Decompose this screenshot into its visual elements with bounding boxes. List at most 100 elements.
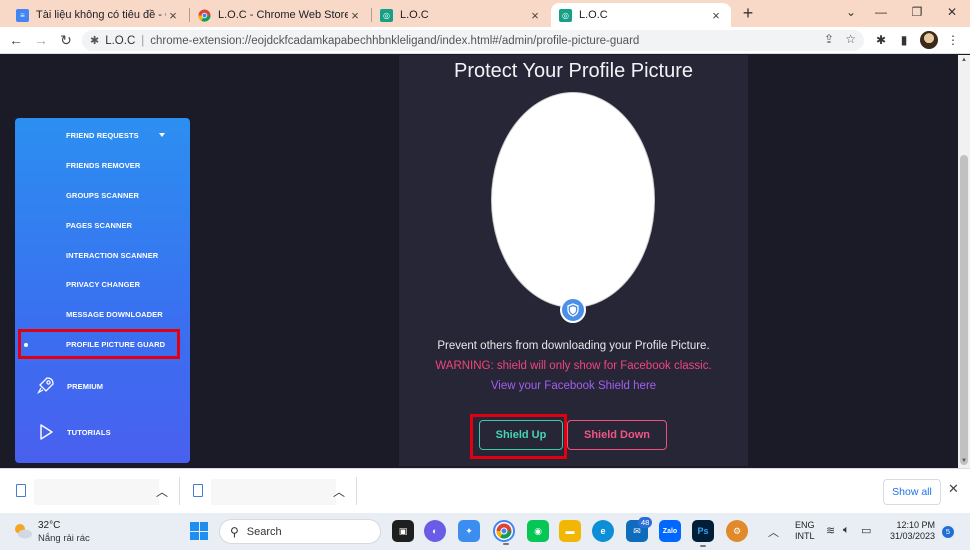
rocket-icon	[37, 377, 54, 394]
profile-guard-panel: Protect Your Profile Picture Prevent oth…	[399, 55, 748, 466]
view-shield-link[interactable]: View your Facebook Shield here	[399, 380, 748, 392]
tab-strip: ≡ Tài liệu không có tiêu đề - Google × L…	[0, 0, 970, 27]
page-title: Protect Your Profile Picture	[453, 60, 693, 82]
close-window-icon[interactable]: ✕	[934, 3, 970, 23]
download-filename	[34, 479, 159, 505]
play-icon	[40, 424, 53, 440]
chevron-up-icon[interactable]: ︿	[156, 483, 168, 500]
shield-down-button[interactable]: Shield Down	[567, 420, 667, 450]
keyboard-layout: INTL	[795, 531, 815, 541]
chevron-up-icon[interactable]: ︿	[768, 524, 779, 540]
address-separator: |	[141, 34, 145, 47]
tab-loc-active[interactable]: ◎ L.O.C ×	[551, 3, 731, 27]
address-bar[interactable]: ✱ L.O.C | chrome-extension://eojdckfcada…	[82, 30, 864, 51]
new-tab-button[interactable]: +	[738, 3, 758, 25]
extension-puzzle-icon: ✱	[90, 35, 100, 47]
reload-icon[interactable]: ↻	[56, 30, 76, 50]
restore-icon[interactable]: ❐	[899, 3, 935, 23]
profile-picture-preview	[491, 92, 655, 308]
side-panel-icon[interactable]: ▮	[895, 31, 913, 49]
close-tab-icon[interactable]: ×	[528, 8, 542, 23]
file-explorer-taskview-icon[interactable]: ▣	[392, 520, 414, 542]
sidebar-item-premium[interactable]: PREMIUM	[67, 382, 103, 391]
bookmark-star-icon[interactable]: ☆	[845, 32, 856, 46]
search-icon: ⚲	[230, 524, 239, 539]
download-divider	[356, 477, 357, 505]
show-all-button[interactable]: Show all	[883, 479, 941, 505]
minimize-icon[interactable]: —	[863, 3, 899, 23]
chrome-icon[interactable]	[493, 520, 515, 545]
clock-date: 31/03/2023	[889, 531, 935, 541]
folder-icon[interactable]: ▬	[559, 520, 581, 542]
page-scrollbar[interactable]: ▲ ▼	[958, 55, 970, 468]
battery-icon[interactable]: ▭	[861, 524, 871, 537]
mail-badge: 48	[638, 517, 653, 528]
warning-text: WARNING: shield will only show for Faceb…	[435, 360, 712, 372]
lang-code: ENG	[795, 520, 815, 530]
shield-icon	[560, 297, 586, 323]
close-tab-icon[interactable]: ×	[348, 8, 362, 23]
sidebar: FRIEND REQUESTS FRIENDS REMOVER GROUPS S…	[15, 118, 190, 463]
share-icon[interactable]: ⇪	[824, 32, 834, 46]
sidebar-item-message-downloader[interactable]: MESSAGE DOWNLOADER	[66, 310, 163, 319]
weather-sun-cloud-icon[interactable]	[12, 521, 34, 541]
sidebar-item-interaction-scanner[interactable]: INTERACTION SCANNER	[66, 251, 158, 260]
scroll-up-icon[interactable]: ▲	[960, 57, 968, 63]
file-icon	[16, 484, 26, 497]
notification-badge[interactable]: 5	[942, 526, 954, 538]
download-divider	[179, 477, 180, 505]
clock-time: 12:10 PM	[896, 520, 935, 530]
menu-kebab-icon[interactable]: ⋮	[944, 31, 962, 49]
settings-gear-icon[interactable]: ⚙	[726, 520, 748, 542]
close-tab-icon[interactable]: ×	[709, 8, 723, 23]
download-filename	[211, 479, 336, 505]
line-icon[interactable]: ◉	[527, 520, 549, 542]
clock[interactable]: 12:10 PM 31/03/2023	[885, 520, 935, 542]
chat-icon[interactable]: ◐	[424, 520, 446, 542]
sidebar-item-friend-requests[interactable]: FRIEND REQUESTS	[66, 131, 139, 140]
language-indicator[interactable]: ENG INTL	[795, 520, 815, 542]
loc-icon: ◎	[559, 8, 572, 22]
wifi-icon[interactable]: ≋	[826, 524, 835, 537]
highlight-box-profile-guard	[18, 329, 180, 359]
download-item[interactable]: ︿	[16, 479, 176, 505]
sidebar-item-friends-remover[interactable]: FRIENDS REMOVER	[66, 161, 140, 170]
sidebar-item-tutorials[interactable]: TUTORIALS	[67, 428, 111, 437]
sidebar-item-groups-scanner[interactable]: GROUPS SCANNER	[66, 191, 139, 200]
scrollbar-thumb[interactable]	[960, 155, 968, 465]
sidebar-item-pages-scanner[interactable]: PAGES SCANNER	[66, 221, 132, 230]
close-tab-icon[interactable]: ×	[166, 8, 180, 23]
extensions-icon[interactable]: ✱	[872, 31, 890, 49]
close-icon[interactable]: ✕	[948, 481, 959, 497]
highlight-box-shield-up	[470, 414, 567, 459]
search-placeholder: Search	[246, 525, 282, 538]
browser-toolbar: ← → ↻ ✱ L.O.C | chrome-extension://eojdc…	[0, 27, 970, 54]
forward-icon[interactable]: →	[31, 30, 51, 50]
download-bar: ︿ ︿ Show all ✕	[0, 468, 970, 513]
copilot-icon[interactable]: ✦	[458, 520, 480, 542]
chevron-down-icon[interactable]	[159, 133, 165, 137]
site-name: L.O.C	[105, 34, 136, 47]
zalo-icon[interactable]: Zalo	[659, 520, 681, 542]
photoshop-icon[interactable]: Ps	[692, 520, 714, 547]
speaker-muted-icon[interactable]: 🔈︎	[843, 524, 850, 537]
windows-taskbar: 32°C Nắng rải rác ⚲ Search ▣ ◐ ✦ ◉ ▬ e ✉…	[0, 513, 970, 550]
download-item[interactable]: ︿	[193, 479, 353, 505]
scroll-down-icon[interactable]: ▼	[960, 458, 968, 464]
file-icon	[193, 484, 203, 497]
docs-icon: ≡	[16, 8, 29, 22]
chevron-up-icon[interactable]: ︿	[333, 483, 345, 500]
back-icon[interactable]: ←	[6, 30, 26, 50]
weather-temperature: 32°C	[38, 520, 61, 531]
edge-icon[interactable]: e	[592, 520, 614, 542]
windows-start-icon[interactable]	[190, 522, 208, 540]
extension-page: FRIEND REQUESTS FRIENDS REMOVER GROUPS S…	[0, 55, 958, 468]
sidebar-item-privacy-changer[interactable]: PRIVACY CHANGER	[66, 280, 140, 289]
url-text: chrome-extension://eojdckfcadamkapabechh…	[150, 34, 640, 47]
profile-avatar[interactable]	[920, 31, 938, 49]
tab-webstore[interactable]: L.O.C - Chrome Web Store ×	[190, 3, 370, 27]
taskbar-search[interactable]: ⚲ Search	[219, 519, 381, 544]
tab-docs[interactable]: ≡ Tài liệu không có tiêu đề - Google ×	[8, 3, 188, 27]
webstore-icon	[198, 9, 211, 22]
tab-loc[interactable]: ◎ L.O.C ×	[372, 3, 550, 27]
